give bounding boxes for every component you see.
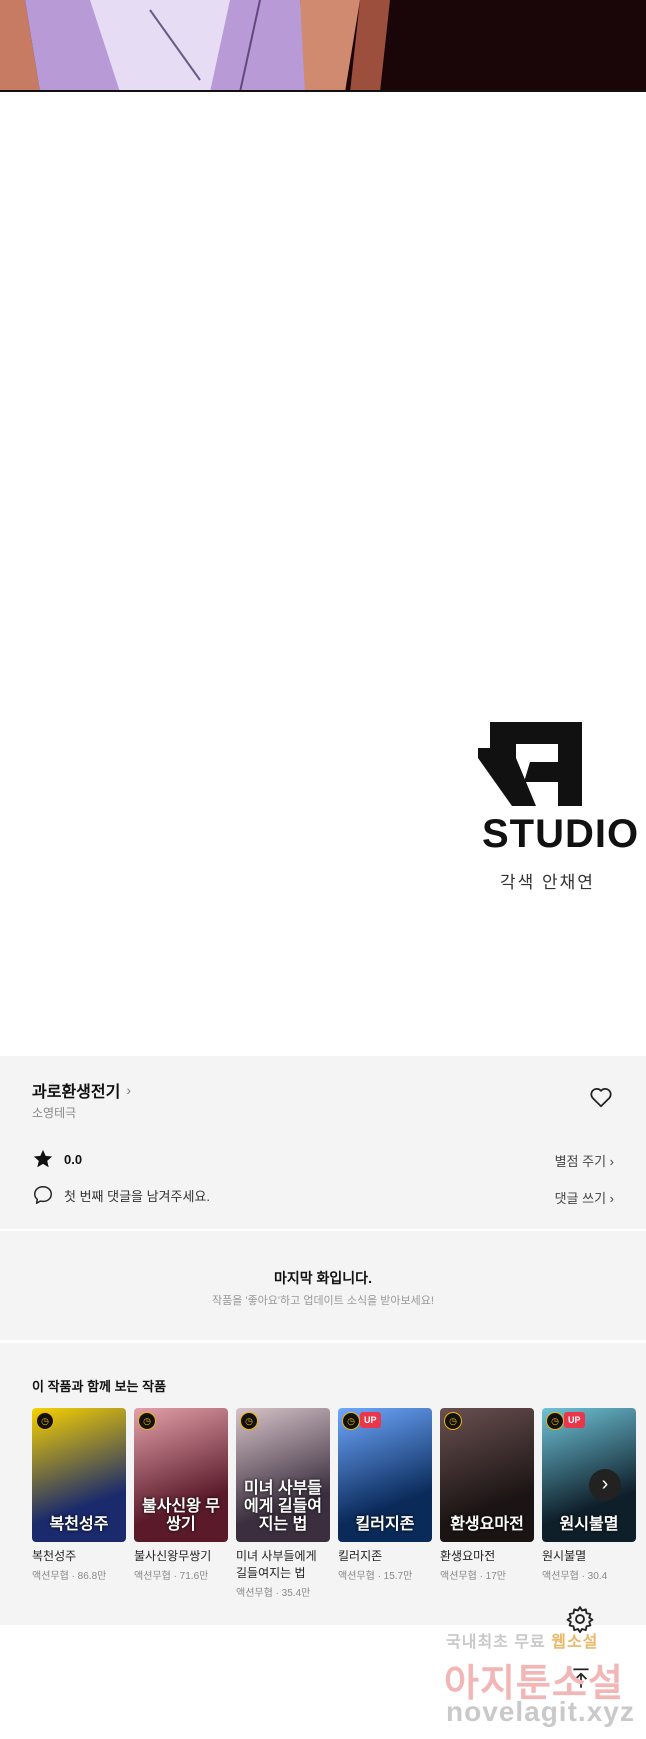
recommendation-title[interactable]: 불사신왕무쌍기 — [134, 1548, 228, 1565]
recommendations-list: ◷ 복천성주 복천성주 액션무협 · 86.8만 ◷ 불사신왕 무쌍기 불사신왕무쌍기 액션무… — [32, 1408, 646, 1608]
comic-art-image — [0, 0, 646, 92]
heart-icon[interactable] — [588, 1084, 614, 1110]
work-author: 소영테극 — [32, 1106, 77, 1120]
studio-name: STUDIO — [482, 812, 640, 856]
cover-thumbnail[interactable]: ◷ UP 원시불멸 — [542, 1408, 636, 1542]
cover-thumbnail[interactable]: ◷ 환생요마전 — [440, 1408, 534, 1542]
recommendation-card[interactable]: ◷ 미녀 사부들에게 길들여지는 법 미녀 사부들에게 길들여지는 법 액션무협 · … — [236, 1408, 330, 1599]
work-title: 과로환생전기 — [32, 1084, 121, 1101]
adaptation-credit: 각색 안채연 — [500, 873, 595, 892]
last-episode-title: 마지막 화입니다. — [274, 1270, 372, 1286]
cover-thumbnail[interactable]: ◷ 불사신왕 무쌍기 — [134, 1408, 228, 1542]
chevron-right-icon: › — [609, 1191, 614, 1206]
recommendation-title[interactable]: 미녀 사부들에게 길들여지는 법 — [236, 1548, 330, 1582]
last-episode-subtitle: 작품을 '좋아요'하고 업데이트 소식을 받아보세요! — [212, 1295, 434, 1307]
watermark-line-3: novelagit.xyz — [446, 1696, 635, 1727]
recommendation-meta: 액션무협 · 17만 — [440, 1571, 507, 1582]
rate-button[interactable]: 별점 주기 › — [555, 1151, 614, 1170]
recommendations-heading: 이 작품과 함께 보는 작품 — [32, 1379, 167, 1394]
recommendation-card[interactable]: ◷ UP 원시불멸 원시불멸 액션무협 · 30.4 — [542, 1408, 636, 1582]
cover-title-art: 환생요마전 — [450, 1516, 524, 1533]
cover-title-art: 원시불멸 — [559, 1516, 619, 1533]
cover-thumbnail[interactable]: ◷ UP 킬러지존 — [338, 1408, 432, 1542]
recommendation-title[interactable]: 킬러지존 — [338, 1548, 432, 1565]
recommendation-card[interactable]: ◷ 복천성주 복천성주 액션무협 · 86.8만 — [32, 1408, 126, 1582]
wait-free-clock-icon: ◷ — [36, 1412, 54, 1430]
recommendation-meta: 액션무협 · 35.4만 — [236, 1588, 311, 1599]
recommendation-card[interactable]: ◷ 환생요마전 환생요마전 액션무협 · 17만 — [440, 1408, 534, 1582]
cover-title-art: 복천성주 — [49, 1516, 109, 1533]
wait-free-clock-icon: ◷ — [546, 1412, 564, 1430]
update-badge: UP — [564, 1412, 585, 1428]
comic-panel-art — [0, 0, 646, 92]
wait-free-clock-icon: ◷ — [342, 1412, 360, 1430]
write-comment-button[interactable]: 댓글 쓰기 › — [555, 1188, 614, 1207]
cover-title-art: 미녀 사부들에게 길들여지는 법 — [243, 1480, 323, 1533]
recommendation-meta: 액션무협 · 30.4 — [542, 1571, 608, 1582]
cover-title-art: 불사신왕 무쌍기 — [141, 1498, 221, 1533]
watermark-prefix: 국내최초 무료 — [446, 1634, 546, 1651]
recommendation-title[interactable]: 환생요마전 — [440, 1548, 534, 1565]
recommendation-card[interactable]: ◷ 불사신왕 무쌍기불사신왕무쌍기액션무협 · 71.6만 — [134, 1408, 228, 1582]
recommendation-title[interactable]: 원시불멸 — [542, 1548, 636, 1565]
recommendation-title[interactable]: 복천성주 — [32, 1548, 126, 1565]
chevron-right-icon: › — [126, 1082, 131, 1098]
chevron-right-icon: › — [601, 1473, 609, 1495]
cover-title-art: 킬러지존 — [355, 1516, 415, 1533]
update-badge: UP — [360, 1412, 381, 1428]
work-title-link[interactable]: 과로환생전기 › — [32, 1078, 131, 1102]
recommendation-card[interactable]: ◷ UP 킬러지존 킬러지존 액션무협 · 15.7만 — [338, 1408, 432, 1582]
rating-value: 0.0 — [64, 1151, 83, 1167]
wait-free-clock-icon: ◷ — [138, 1412, 156, 1430]
recommendation-meta: 액션무협 · 86.8만 — [32, 1571, 107, 1582]
rate-button-label: 별점 주기 — [554, 1154, 607, 1169]
rating-row: 0.0 — [32, 1148, 82, 1170]
comment-row: 첫 번째 댓글을 남겨주세요. — [32, 1184, 210, 1206]
wait-free-clock-icon: ◷ — [444, 1412, 462, 1430]
star-icon — [33, 1149, 53, 1168]
chevron-right-icon: › — [609, 1154, 614, 1169]
cover-thumbnail[interactable]: ◷ 복천성주 — [32, 1408, 126, 1542]
wait-free-clock-icon: ◷ — [240, 1412, 258, 1430]
studio-logo — [478, 722, 582, 806]
comment-prompt: 첫 번째 댓글을 남겨주세요. — [64, 1188, 211, 1204]
watermark-line-1: 국내최초 무료 웹소설 — [446, 1628, 598, 1652]
watermark-highlight: 웹소설 — [551, 1634, 599, 1651]
recommendation-meta: 액션무협 · 71.6만 — [134, 1571, 209, 1582]
cover-thumbnail[interactable]: ◷ 미녀 사부들에게 길들여지는 법 — [236, 1408, 330, 1542]
comment-bubble-icon — [34, 1186, 52, 1204]
next-page-button[interactable]: › — [589, 1469, 621, 1501]
write-comment-label: 댓글 쓰기 — [554, 1191, 607, 1206]
recommendation-meta: 액션무협 · 15.7만 — [338, 1571, 413, 1582]
